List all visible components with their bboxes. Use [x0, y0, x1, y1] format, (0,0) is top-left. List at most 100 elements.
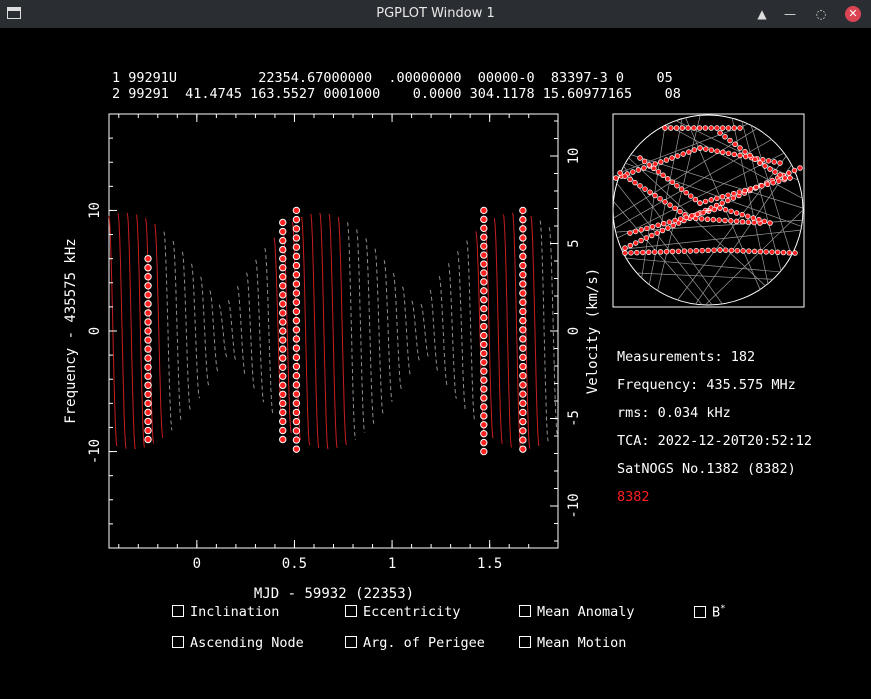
- measurement-point: [292, 243, 301, 251]
- measurement-point: [144, 408, 152, 417]
- ascending-node-checkbox[interactable]: Ascending Node: [172, 635, 304, 651]
- measurement-point: [279, 245, 287, 254]
- measurement-point: [279, 426, 287, 435]
- model-curve-segment: [301, 216, 311, 446]
- sky-track-point: [669, 155, 675, 161]
- sky-track-point: [692, 196, 699, 203]
- model-curve-segment: [365, 238, 375, 424]
- bstar-checkbox[interactable]: B*: [694, 604, 726, 621]
- checkbox-box[interactable]: [519, 636, 531, 648]
- checkbox-label: Mean Motion: [537, 635, 627, 651]
- checkbox-box[interactable]: [694, 605, 706, 618]
- sky-track-point: [643, 235, 650, 241]
- sky-track-point: [632, 240, 639, 246]
- sky-track-point: [649, 224, 656, 230]
- sky-track-point: [654, 230, 660, 236]
- sky-track-point: [725, 197, 731, 204]
- sky-track-point: [672, 205, 678, 212]
- sky-track-point: [728, 208, 734, 215]
- checkbox-box[interactable]: [519, 605, 531, 617]
- measurement-point: [279, 435, 287, 444]
- sky-track-point: [722, 206, 729, 213]
- keep-above-icon[interactable]: ▲: [752, 4, 772, 24]
- mean-anomaly-checkbox[interactable]: Mean Anomaly: [519, 604, 635, 620]
- sky-track-point: [786, 250, 792, 256]
- measurement-point: [519, 353, 527, 362]
- sky-track-point: [714, 125, 720, 131]
- checkbox-label: Mean Anomaly: [537, 604, 635, 620]
- measurement-point: [144, 372, 152, 380]
- sky-track-point: [697, 200, 703, 206]
- sky-track-point: [675, 248, 682, 255]
- measurement-point: [519, 215, 527, 224]
- eccentricity-checkbox[interactable]: Eccentricity: [345, 604, 461, 620]
- measurement-point: [480, 447, 488, 456]
- maximize-icon[interactable]: ◌: [811, 4, 831, 24]
- checkbox-box[interactable]: [345, 636, 357, 648]
- checkbox-box[interactable]: [345, 605, 357, 617]
- y2-axis-label: Velocity (km/s): [585, 268, 601, 394]
- measurement-point: [292, 261, 301, 270]
- measurement-point: [292, 417, 301, 426]
- measurement-point: [144, 336, 152, 344]
- measurement-point: [519, 436, 527, 444]
- inclination-checkbox[interactable]: Inclination: [172, 604, 279, 620]
- measurement-point: [292, 289, 301, 297]
- measurement-point: [519, 344, 527, 352]
- measurement-point: [279, 345, 287, 353]
- sky-track-point: [777, 172, 783, 178]
- sky-track-point: [751, 248, 758, 255]
- measurement-point: [292, 225, 301, 233]
- measurement-point: [292, 436, 301, 444]
- arg-perigee-checkbox[interactable]: Arg. of Perigee: [345, 635, 485, 651]
- model-curve-segment: [502, 214, 513, 448]
- measurement-point: [292, 335, 301, 343]
- model-curve-segment: [200, 276, 210, 386]
- sky-track-point: [737, 125, 743, 131]
- measurement-point: [292, 307, 301, 316]
- window-title: PGPLOT Window 1: [376, 6, 495, 21]
- model-curve-segment: [264, 248, 274, 414]
- model-curve-segment: [493, 217, 503, 445]
- sky-track-point: [657, 249, 664, 255]
- close-icon[interactable]: ✕: [845, 6, 861, 22]
- model-curve-segment: [456, 251, 467, 411]
- sky-track-point: [708, 197, 714, 203]
- mean-motion-checkbox[interactable]: Mean Motion: [519, 635, 626, 651]
- checkbox-box[interactable]: [172, 636, 184, 648]
- measurement-point: [480, 206, 488, 215]
- sky-track-point: [659, 227, 666, 234]
- model-curve-segment: [346, 222, 357, 440]
- measurement-point: [144, 426, 152, 435]
- measurement-point: [279, 399, 287, 408]
- sky-track-point: [637, 183, 643, 189]
- checkbox-label: Arg. of Perigee: [363, 635, 485, 651]
- measurement-point: [292, 381, 301, 389]
- sky-track-point: [732, 141, 738, 147]
- sky-track-point: [731, 151, 738, 158]
- zenith-marker: +: [705, 204, 712, 217]
- checkbox-label: B: [712, 604, 721, 621]
- measurement-point: [519, 381, 527, 389]
- x-tick-label: 1: [388, 556, 396, 572]
- sky-track-point: [742, 187, 748, 194]
- measurement-point: [480, 313, 488, 322]
- plot-canvas[interactable]: 1 99291U 22354.67000000 .00000000 00000-…: [0, 28, 871, 699]
- checkbox-box[interactable]: [172, 605, 184, 617]
- measurement-point: [292, 408, 301, 417]
- measurement-point: [144, 417, 152, 426]
- model-curve-segment: [255, 259, 265, 403]
- model-curve-segment: [310, 213, 320, 449]
- measurement-point: [279, 408, 287, 417]
- measurement-point: [519, 427, 527, 435]
- sky-track-point: [782, 175, 788, 181]
- checkbox-label: Eccentricity: [363, 604, 461, 620]
- measurement-point: [279, 417, 287, 426]
- minimize-icon[interactable]: —: [780, 4, 800, 24]
- sky-track-point: [719, 194, 726, 200]
- station-name: SatNOGS No.1382 (8382): [617, 461, 796, 477]
- model-curve-segment: [530, 215, 540, 447]
- measurement-point: [144, 363, 152, 371]
- measurement-point: [292, 399, 301, 407]
- measurement-point: [519, 252, 527, 261]
